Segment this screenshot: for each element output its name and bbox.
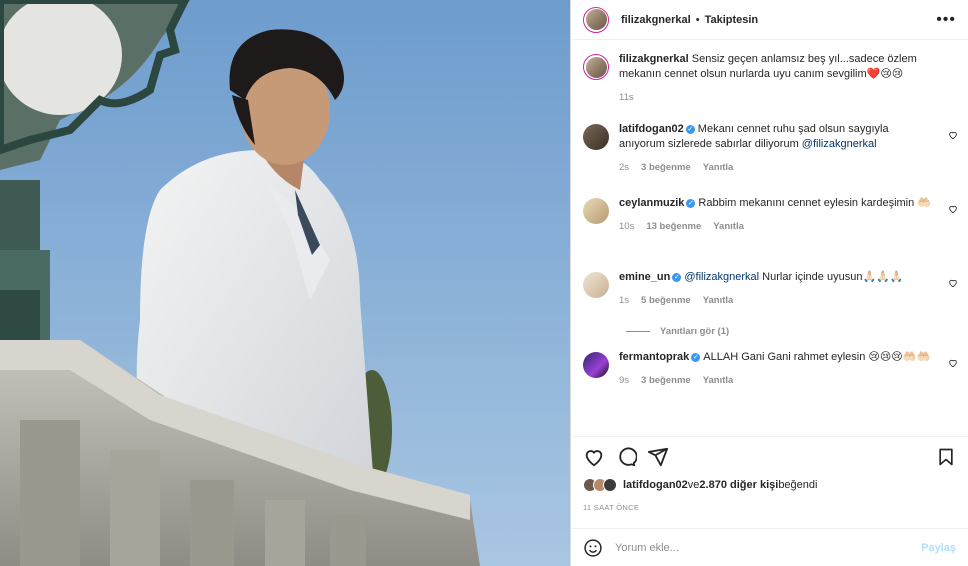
comment-item: latifdogan02 ✓ Mekanı cennet ruhu şad olsu… [571,122,968,196]
comment-time: 10s [619,221,635,232]
commenter-avatar[interactable] [583,272,609,298]
liker-avatars[interactable] [583,478,617,492]
comment-username[interactable]: fermantoprak [619,351,689,363]
follow-status[interactable]: Takiptesin [705,14,759,26]
comment-text: ALLAH Gani Gani rahmet eylesin 😢😢😢🤲🏻🤲🏻 [703,351,931,363]
reply-button[interactable]: Yanıtla [713,219,744,234]
action-bar [571,436,968,476]
liker-username[interactable]: latifdogan02 [623,479,688,491]
likes-connector: ve [687,479,700,491]
author-username[interactable]: filizakgnerkal [621,14,691,26]
caption-text-block: filizakgnerkal Sensiz geçen anlamsız beş… [619,52,934,82]
heart-icon[interactable] [583,446,605,468]
verified-badge-icon: ✓ [686,198,696,208]
commenter-avatar[interactable] [583,198,609,224]
bookmark-icon[interactable] [936,447,956,467]
verified-badge-icon: ✓ [691,352,701,362]
comment-likes[interactable]: 5 beğenme [641,293,691,308]
comment-likes[interactable]: 3 beğenme [641,373,691,388]
post-comment-button[interactable]: Paylaş [921,542,956,554]
post-photo[interactable] [0,0,570,566]
comment-text: Rabbim mekanını cennet eylesin kardeşimi… [698,197,932,209]
comment-time: 1s [619,295,630,306]
comment-item: fermantoprak ✓ ALLAH Gani Gani rahmet eyle… [571,350,968,410]
heart-icon[interactable] [948,204,958,214]
comment-username[interactable]: ceylanmuzik [619,197,684,209]
ellipsis-icon[interactable]: ••• [936,11,956,29]
view-replies-label: Yanıtları gör (1) [660,325,730,337]
view-replies-button[interactable]: Yanıtları gör (1) [571,324,968,338]
post-header: filizakgnerkal • Takiptesin ••• [571,0,968,40]
comment-username[interactable]: emine_un [619,271,670,283]
likes-count[interactable]: 2.870 diğer kişi [699,479,778,491]
comment-likes[interactable]: 3 beğenme [641,160,691,175]
commenter-avatar[interactable] [583,124,609,150]
commenter-avatar[interactable] [583,352,609,378]
reply-button[interactable]: Yanıtla [703,373,734,388]
comment-text: Nurlar içinde uyusun🙏🏻🙏🏻🙏🏻 [759,271,904,283]
heart-icon[interactable] [948,358,958,368]
reply-button[interactable]: Yanıtla [703,293,734,308]
comment-mention[interactable]: @filizakgnerkal [802,138,877,150]
share-icon[interactable] [647,446,669,468]
comment-likes[interactable]: 13 beğenme [646,219,701,234]
comment-item: emine_un ✓ @filizakgnerkal Nurlar içinde u… [571,270,968,324]
separator-dot: • [695,13,700,26]
caption-avatar[interactable] [583,54,609,80]
likes-summary: latifdogan02 ve 2.870 diğer kişi beğendi [583,478,956,492]
caption: filizakgnerkal Sensiz geçen anlamsız beş… [571,52,968,122]
comments-list[interactable]: filizakgnerkal Sensiz geçen anlamsız beş… [571,52,968,450]
caption-username[interactable]: filizakgnerkal [619,53,689,65]
emoji-icon[interactable] [583,538,603,558]
heart-icon[interactable] [948,130,958,140]
comment-input[interactable] [615,541,922,554]
comment-item: ceylanmuzik ✓ Rabbim mekanını cennet eyles… [571,196,968,270]
reply-button[interactable]: Yanıtla [703,160,734,175]
comment-mention[interactable]: @filizakgnerkal [684,271,759,283]
post-image [0,0,570,566]
comment-icon[interactable] [615,446,637,468]
heart-icon[interactable] [948,278,958,288]
likes-suffix: beğendi [778,479,818,491]
comment-time: 2s [619,162,630,173]
verified-badge-icon: ✓ [685,124,695,134]
post-sidebar: filizakgnerkal • Takiptesin ••• filizakg… [570,0,968,566]
verified-badge-icon: ✓ [672,272,682,282]
post-time-ago[interactable]: 11 SAAT ÖNCE [583,503,639,512]
comment-time: 9s [619,375,630,386]
add-comment-bar: Paylaş [571,528,968,566]
author-avatar[interactable] [583,6,609,33]
caption-time: 11s [619,92,634,103]
comment-username[interactable]: latifdogan02 [619,123,684,135]
